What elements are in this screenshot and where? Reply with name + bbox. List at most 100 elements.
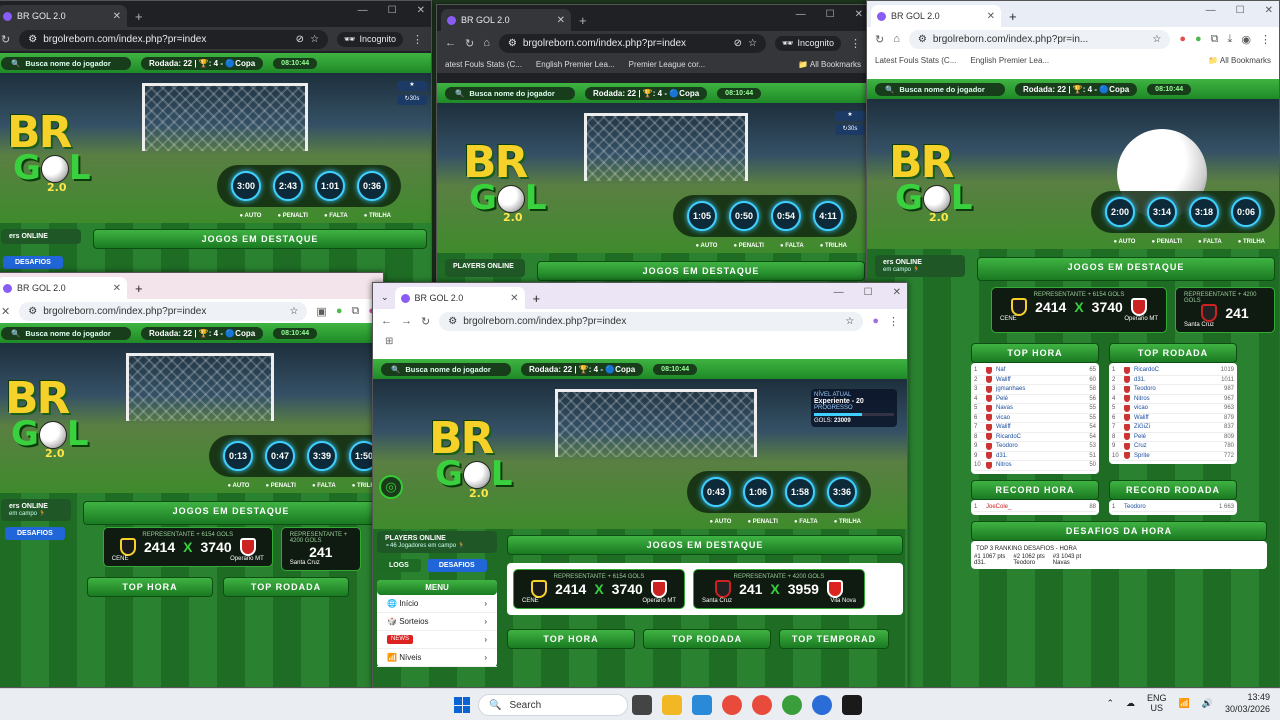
back-icon[interactable]: ←: [445, 37, 456, 49]
bookmark-fouls-stats[interactable]: Latest Fouls Stats (C...: [875, 56, 956, 65]
home-icon[interactable]: ⌂: [483, 37, 490, 49]
apps-grid-icon[interactable]: ⊞: [385, 336, 393, 347]
site-info-icon[interactable]: ⚙: [28, 306, 37, 317]
close-tab-icon[interactable]: ✕: [510, 293, 518, 304]
address-bar[interactable]: ⚙ brgolreborn.com/index.php?pr=index ⊘ ☆: [498, 33, 767, 53]
player-name[interactable]: Waliff: [996, 377, 1085, 383]
address-bar[interactable]: ⚙ brgolreborn.com/index.php?pr=index ☆: [19, 301, 308, 321]
reload-icon[interactable]: ↻: [465, 37, 474, 50]
site-info-icon[interactable]: ⚙: [918, 34, 927, 45]
extension-icon[interactable]: ▣: [316, 305, 326, 318]
eye-off-icon[interactable]: ⊘: [296, 34, 304, 45]
bookmark-epl[interactable]: English Premier Lea...: [536, 60, 615, 69]
close-tab-icon[interactable]: ✕: [113, 283, 121, 294]
player-name[interactable]: RicardoC: [1134, 367, 1217, 373]
reload-icon[interactable]: ↻: [875, 33, 884, 46]
player-name[interactable]: Naf: [996, 367, 1085, 373]
player-name[interactable]: Sprite: [1134, 453, 1220, 459]
maximize-icon[interactable]: ☐: [864, 287, 873, 298]
close-window-icon[interactable]: ✕: [417, 5, 425, 16]
browser-tab[interactable]: BR GOL 2.0 ✕: [394, 287, 525, 309]
player-name[interactable]: Teodoro: [1134, 386, 1220, 392]
field-toggle-icon[interactable]: ◎: [379, 475, 403, 499]
site-info-icon[interactable]: ⚙: [448, 316, 457, 327]
bookmark-star-icon[interactable]: ☆: [845, 316, 854, 327]
back-icon[interactable]: ←: [381, 315, 392, 327]
windows-start-icon[interactable]: [454, 697, 470, 713]
desafios-button[interactable]: DESAFIOS: [426, 559, 487, 572]
player-name[interactable]: vicao: [1134, 405, 1220, 411]
menu-item-news[interactable]: NEWS ›: [377, 631, 497, 649]
site-info-icon[interactable]: ⚙: [508, 38, 517, 49]
refresh-badge[interactable]: ↻30s: [397, 95, 427, 105]
menu-item-sorteios[interactable]: 🎲 Sorteios ›: [377, 613, 497, 631]
bookmark-star-icon[interactable]: ☆: [310, 34, 319, 45]
reload-icon[interactable]: ↻: [421, 315, 430, 328]
featured-match-1[interactable]: REPRESENTANTE + 6154 GOLS 2414 X 3740 CENE…: [991, 287, 1167, 333]
player-search-input[interactable]: 🔍 Busca nome do jogador: [875, 82, 1005, 96]
address-bar[interactable]: ⚙ brgolreborn.com/index.php?pr=index ⊘ ☆: [19, 29, 329, 49]
minimize-icon[interactable]: —: [834, 287, 844, 298]
maximize-icon[interactable]: ☐: [388, 5, 397, 16]
chrome-icon[interactable]: [752, 695, 772, 715]
bookmark-premier-league[interactable]: Premier League cor...: [629, 60, 705, 69]
new-tab-icon[interactable]: +: [135, 281, 143, 296]
player-name[interactable]: d31.: [1134, 377, 1217, 383]
new-tab-icon[interactable]: +: [579, 13, 587, 28]
close-window-icon[interactable]: ✕: [1265, 5, 1273, 16]
bookmark-star-icon[interactable]: ☆: [1152, 34, 1161, 45]
player-name[interactable]: Teodoro: [996, 443, 1085, 449]
bookmark-star-icon[interactable]: ☆: [748, 38, 757, 49]
app-icon[interactable]: [842, 695, 862, 715]
featured-match-1[interactable]: REPRESENTANTE + 6154 GOLS 2414 X 3740 CENE…: [513, 569, 685, 609]
menu-item-niveis[interactable]: 📶 Níveis ›: [377, 649, 497, 667]
bookmark-epl[interactable]: English Premier Lea...: [970, 56, 1049, 65]
player-name[interactable]: jgmanhaes: [996, 386, 1085, 392]
player-name[interactable]: Navas: [996, 405, 1085, 411]
extension-icon[interactable]: ●: [1195, 33, 1202, 45]
logs-button[interactable]: LOGS: [377, 559, 421, 572]
site-info-icon[interactable]: ⚙: [28, 34, 37, 45]
menu-dots-icon[interactable]: ⋮: [850, 37, 861, 50]
bookmark-fouls-stats[interactable]: atest Fouls Stats (C...: [445, 60, 522, 69]
browser-tab[interactable]: BR GOL 2.0 ✕: [0, 5, 127, 27]
address-bar[interactable]: ⚙ brgolreborn.com/index.php?pr=in... ☆: [908, 29, 1171, 49]
menu-dots-icon[interactable]: ⋮: [888, 315, 899, 328]
puzzle-extensions-icon[interactable]: ⧉: [351, 305, 359, 318]
volume-icon[interactable]: 🔊: [1202, 698, 1213, 709]
puzzle-extensions-icon[interactable]: ⧉: [1211, 33, 1219, 46]
player-name[interactable]: Waliff: [1134, 415, 1220, 421]
player-name[interactable]: vicao: [996, 415, 1085, 421]
maximize-icon[interactable]: ☐: [1236, 5, 1245, 16]
player-search-input[interactable]: 🔍 Busca nome do jogador: [1, 326, 131, 340]
close-tab-icon[interactable]: ✕: [557, 15, 565, 26]
player-name[interactable]: Nitros: [1134, 396, 1220, 402]
close-window-icon[interactable]: ✕: [893, 287, 901, 298]
language-indicator[interactable]: ENG US: [1147, 693, 1167, 713]
wifi-icon[interactable]: 📶: [1179, 698, 1190, 709]
avatar[interactable]: ●: [872, 315, 879, 327]
featured-match-2[interactable]: REPRESENTANTE + 4200 GOLS 241 X 3959 Santa…: [693, 569, 865, 609]
close-window-icon[interactable]: ✕: [855, 9, 863, 20]
address-bar[interactable]: ⚙ brgolreborn.com/index.php?pr=index ☆: [439, 311, 864, 331]
menu-dots-icon[interactable]: ⋮: [1260, 33, 1271, 46]
new-tab-icon[interactable]: +: [135, 9, 143, 24]
tab-list-icon[interactable]: ⌄: [381, 292, 389, 303]
player-name[interactable]: d31.: [996, 453, 1085, 459]
player-name[interactable]: Pelé: [1134, 434, 1220, 440]
eye-off-icon[interactable]: ⊘: [734, 38, 742, 49]
desafios-button[interactable]: DESAFIOS: [5, 527, 65, 540]
incognito-badge[interactable]: 🕶 Incognito: [337, 31, 403, 47]
file-explorer-icon[interactable]: [662, 695, 682, 715]
browser-tab[interactable]: BR GOL 2.0 ✕: [0, 277, 127, 299]
browser-tab[interactable]: BR GOL 2.0 ✕: [441, 9, 571, 31]
avatar[interactable]: ◉: [1241, 33, 1251, 46]
chevron-up-icon[interactable]: ⌃: [1106, 698, 1114, 709]
incognito-badge[interactable]: 🕶 Incognito: [775, 35, 841, 51]
menu-dots-icon[interactable]: ⋮: [412, 33, 423, 46]
onedrive-icon[interactable]: ☁: [1126, 698, 1135, 709]
minimize-icon[interactable]: —: [1206, 5, 1216, 16]
player-name[interactable]: Nitros: [996, 462, 1085, 468]
all-bookmarks[interactable]: 📁 All Bookmarks: [798, 60, 861, 69]
close-icon[interactable]: ✕: [1, 305, 10, 318]
